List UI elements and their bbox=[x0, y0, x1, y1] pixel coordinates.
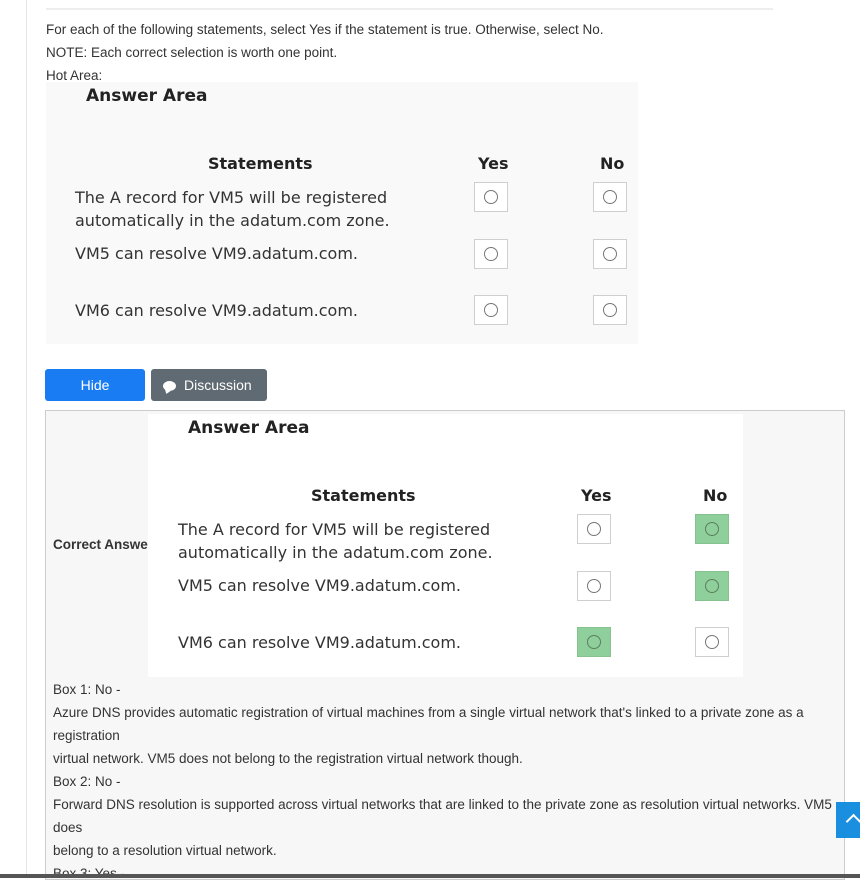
box-1-text-cont: virtual network. VM5 does not belong to … bbox=[53, 751, 523, 766]
no-header: No bbox=[703, 486, 728, 505]
statement-1: The A record for VM5 will be registered … bbox=[178, 520, 493, 562]
correct-answer-label: Correct Answer: bbox=[53, 537, 158, 552]
statement-3-no-option bbox=[695, 627, 729, 657]
no-header: No bbox=[600, 154, 625, 173]
speech-bubble-icon bbox=[163, 381, 176, 391]
radio-icon bbox=[587, 522, 601, 536]
answer-area-title: Answer Area bbox=[86, 86, 208, 106]
statements-header: Statements bbox=[208, 154, 313, 173]
statement-1: The A record for VM5 will be registered … bbox=[75, 188, 390, 230]
box-2-text-cont: belong to a resolution virtual network. bbox=[53, 843, 277, 858]
instruction-text: For each of the following statements, se… bbox=[46, 22, 604, 37]
statement-1-yes-option[interactable] bbox=[474, 182, 508, 212]
statement-2-no-option bbox=[695, 571, 729, 601]
radio-icon bbox=[603, 303, 617, 317]
box-1-text: Azure DNS provides automatic registratio… bbox=[53, 705, 804, 743]
statements-header: Statements bbox=[311, 486, 416, 505]
question-answer-area: Answer Area Statements Yes No The A reco… bbox=[46, 82, 638, 344]
page-left-border bbox=[26, 0, 27, 878]
statement-3-no-option[interactable] bbox=[593, 295, 627, 325]
radio-icon bbox=[587, 635, 601, 649]
correct-answer-area: Answer Area Statements Yes No The A reco… bbox=[148, 414, 743, 677]
discussion-button[interactable]: Discussion bbox=[151, 369, 267, 401]
yes-header: Yes bbox=[581, 486, 612, 505]
radio-icon bbox=[705, 522, 719, 536]
statement-1-no-option bbox=[695, 514, 729, 544]
box-2-title: Box 2: No - bbox=[53, 774, 121, 789]
radio-icon bbox=[603, 190, 617, 204]
box-1-title: Box 1: No - bbox=[53, 682, 121, 697]
statement-1-no-option[interactable] bbox=[593, 182, 627, 212]
explanation-box-2: Box 2: No - Forward DNS resolution is su… bbox=[53, 770, 843, 862]
statement-3-yes-option bbox=[577, 627, 611, 657]
chevron-up-icon bbox=[845, 813, 860, 830]
radio-icon bbox=[705, 579, 719, 593]
hide-solution-button[interactable]: Hide Solution bbox=[45, 369, 145, 425]
statement-1-yes-option bbox=[577, 514, 611, 544]
scroll-to-top-button[interactable] bbox=[836, 802, 860, 838]
question-intro: For each of the following statements, se… bbox=[46, 18, 604, 87]
statement-2-yes-option[interactable] bbox=[474, 239, 508, 269]
radio-icon bbox=[484, 190, 498, 204]
radio-icon bbox=[705, 635, 719, 649]
statement-2-no-option[interactable] bbox=[593, 239, 627, 269]
top-divider bbox=[46, 8, 773, 10]
statement-2: VM5 can resolve VM9.adatum.com. bbox=[178, 576, 462, 595]
statement-3: VM6 can resolve VM9.adatum.com. bbox=[178, 633, 462, 652]
statement-3-yes-option[interactable] bbox=[474, 295, 508, 325]
radio-icon bbox=[484, 303, 498, 317]
note-text: NOTE: Each correct selection is worth on… bbox=[46, 45, 338, 60]
bottom-bar bbox=[0, 874, 860, 878]
radio-icon bbox=[587, 579, 601, 593]
statement-3: VM6 can resolve VM9.adatum.com. bbox=[75, 301, 359, 320]
answer-area-title: Answer Area bbox=[188, 418, 310, 438]
box-2-text: Forward DNS resolution is supported acro… bbox=[53, 797, 832, 835]
discussion-label: Discussion bbox=[184, 377, 252, 393]
radio-icon bbox=[484, 247, 498, 261]
statement-2: VM5 can resolve VM9.adatum.com. bbox=[75, 244, 359, 263]
radio-icon bbox=[603, 247, 617, 261]
explanation-box-1: Box 1: No - Azure DNS provides automatic… bbox=[53, 678, 843, 770]
yes-header: Yes bbox=[478, 154, 509, 173]
statement-2-yes-option bbox=[577, 571, 611, 601]
